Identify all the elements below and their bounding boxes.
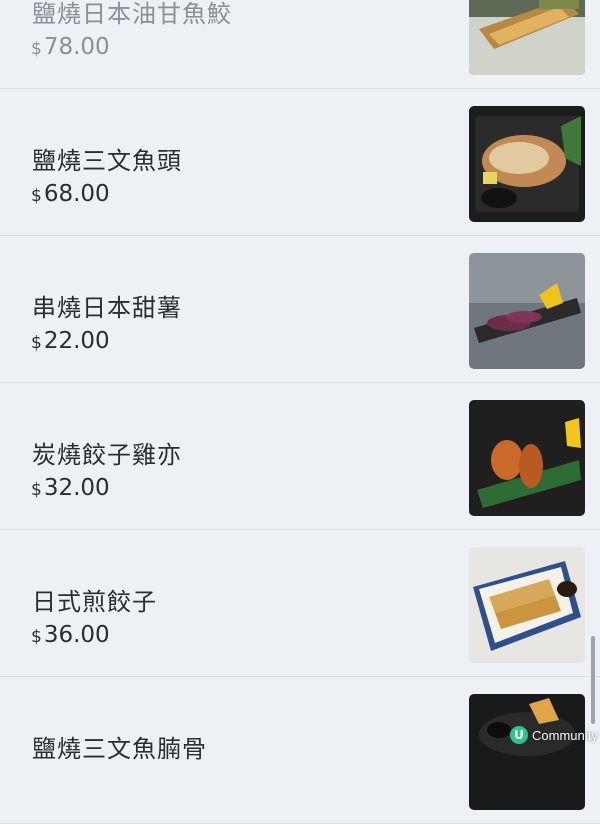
price-amount: 22.00	[43, 328, 110, 354]
price-amount: 68.00	[43, 181, 110, 207]
item-photo[interactable]	[469, 400, 585, 516]
item-name: 串燒日本甜薯	[32, 294, 182, 322]
item-name: 鹽燒三文魚頭	[32, 147, 182, 175]
menu-item[interactable]: 串燒日本甜薯 $22.00	[0, 236, 600, 383]
menu-item[interactable]: 鹽燒日本油甘魚鮫 $78.00 售罄	[0, 0, 600, 89]
item-name: 日式煎餃子	[32, 588, 157, 616]
item-photo[interactable]	[469, 253, 585, 369]
item-name: 鹽燒三文魚腩骨	[32, 735, 207, 763]
price-amount: 78.00	[43, 34, 110, 60]
item-name: 炭燒餃子雞亦	[32, 441, 182, 469]
price-amount: 36.00	[43, 622, 110, 648]
currency-symbol: $	[31, 480, 42, 500]
menu-item[interactable]: 炭燒餃子雞亦 $32.00	[0, 383, 600, 530]
item-photo[interactable]	[469, 547, 585, 663]
price-amount: 32.00	[43, 475, 110, 501]
currency-symbol: $	[31, 39, 42, 59]
currency-symbol: $	[31, 186, 42, 206]
item-photo[interactable]	[469, 0, 585, 75]
menu-item[interactable]: 鹽燒三文魚頭 $68.00	[0, 89, 600, 236]
item-price: $78.00	[31, 34, 110, 60]
item-photo[interactable]	[469, 694, 585, 810]
item-price: $36.00	[31, 622, 110, 648]
item-name: 鹽燒日本油甘魚鮫	[32, 0, 232, 28]
watermark-text: Community	[532, 727, 598, 743]
item-photo[interactable]	[469, 106, 585, 222]
menu-list: 鹽燒日本油甘魚鮫 $78.00 售罄 鹽燒三文魚頭 $68.00	[0, 0, 600, 824]
item-price: $32.00	[31, 475, 110, 501]
item-price: $68.00	[31, 181, 110, 207]
currency-symbol: $	[31, 333, 42, 353]
currency-symbol: $	[31, 627, 42, 647]
menu-item[interactable]: 日式煎餃子 $36.00	[0, 530, 600, 677]
menu-item[interactable]: 鹽燒三文魚腩骨	[0, 677, 600, 824]
watermark: U Community	[510, 724, 598, 746]
scrollbar[interactable]	[591, 636, 595, 724]
item-price: $22.00	[31, 328, 110, 354]
watermark-logo-icon: U	[510, 726, 528, 744]
